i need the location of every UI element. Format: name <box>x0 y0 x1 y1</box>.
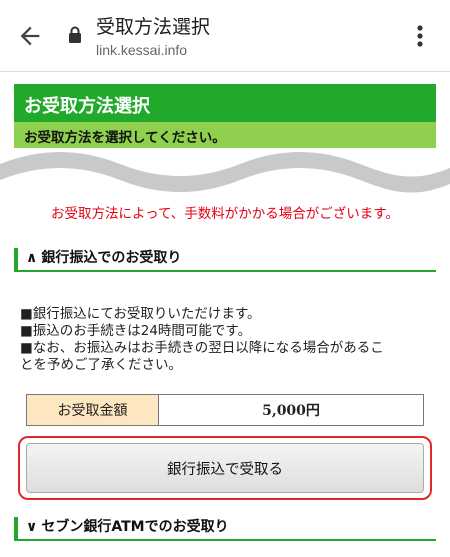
amount-table: お受取金額 5,000円 <box>26 394 424 426</box>
receive-by-bank-button[interactable]: 銀行振込で受取る <box>26 443 424 493</box>
desc-line: ■なお、お振込みはお手続きの翌日以降になる場合があるこ <box>20 340 384 356</box>
amount-label: お受取金額 <box>27 395 159 425</box>
page-url[interactable]: link.kessai.info <box>96 42 187 58</box>
desc-line: ■振込のお手続きは24時間可能です。 <box>20 323 252 339</box>
section-heading: 銀行振込でのお受取り <box>41 250 182 266</box>
more-options-icon[interactable] <box>410 22 430 50</box>
chevron-up-icon: ∧ <box>26 250 38 266</box>
page-title: 受取方法選択 <box>96 16 211 38</box>
browser-toolbar: 受取方法選択 link.kessai.info <box>0 0 450 72</box>
back-arrow-icon[interactable] <box>16 22 44 50</box>
chevron-down-icon: ∨ <box>26 519 38 535</box>
section-heading: セブン銀行ATMでのお受取り <box>41 519 229 535</box>
lock-icon <box>69 26 81 43</box>
header-title: お受取方法選択 <box>14 84 436 122</box>
wave-divider <box>0 152 450 193</box>
desc-line: とを予めご了承ください。 <box>20 357 182 373</box>
amount-value: 5,000円 <box>262 403 320 419</box>
section-seven-atm[interactable]: ∨ セブン銀行ATMでのお受取り <box>14 517 436 541</box>
bank-description: ■銀行振込にてお受取りいただけます。 ■振込のお手続きは24時間可能です。 ■な… <box>20 306 434 374</box>
desc-line: ■銀行振込にてお受取りいただけます。 <box>20 306 261 322</box>
header-subtitle: お受取方法を選択してください。 <box>14 122 436 148</box>
section-bank-transfer[interactable]: ∧ 銀行振込でのお受取り <box>14 248 436 272</box>
fee-notice: お受取方法によって、手数料がかかる場合がございます。 <box>51 206 399 222</box>
